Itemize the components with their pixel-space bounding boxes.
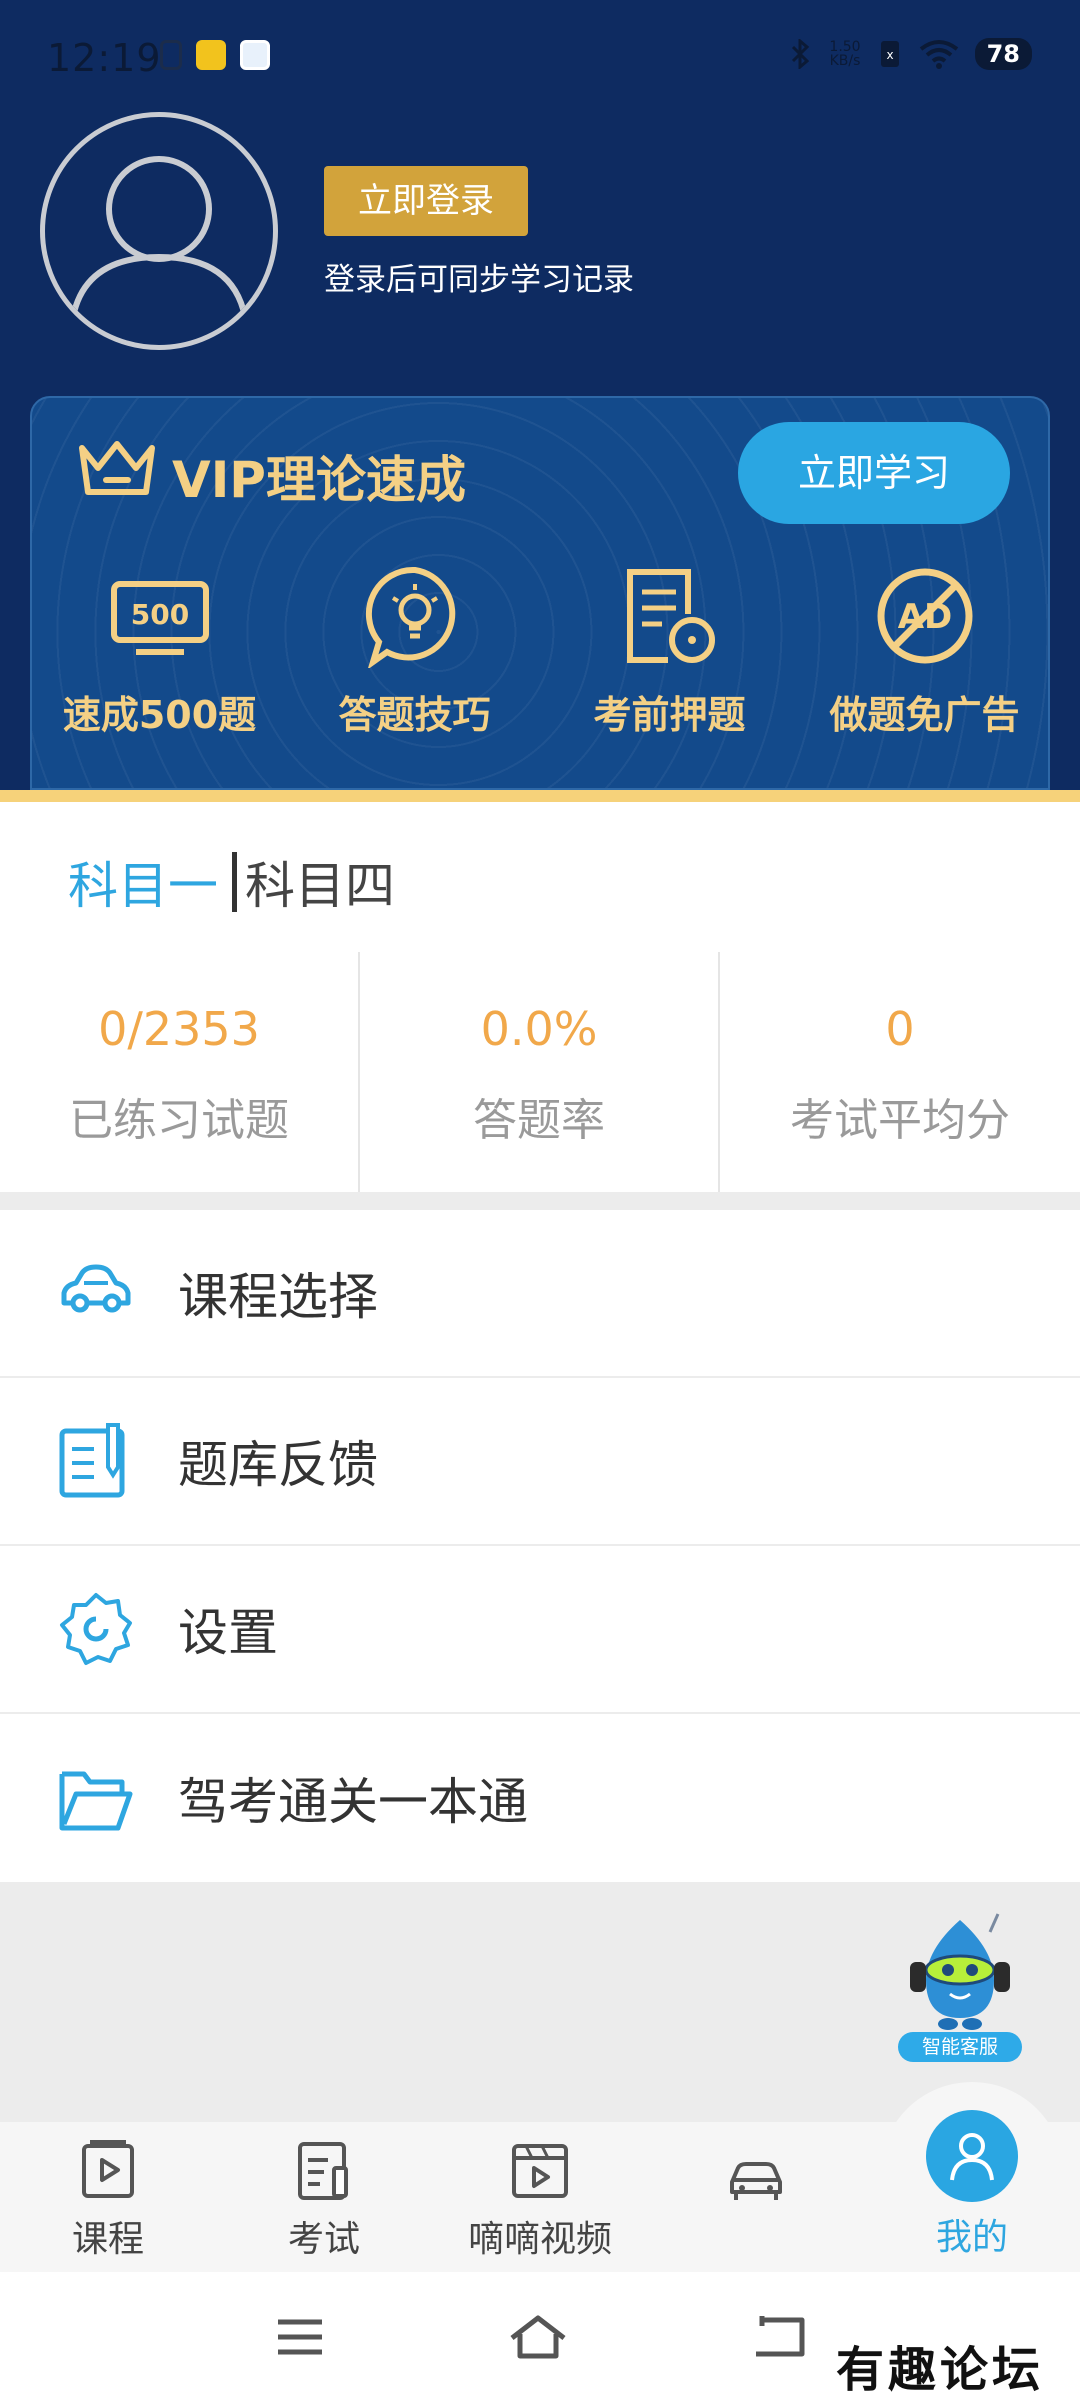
course-icon (82, 2140, 134, 2198)
watermark: 有趣论坛 (836, 2342, 1045, 2398)
app-notification-icon (196, 40, 226, 70)
menu-item-feedback[interactable]: 题库反馈 (0, 1378, 1080, 1546)
login-button[interactable]: 立即登录 (324, 166, 528, 236)
stat-value: 0/2353 (98, 1002, 260, 1056)
exam-target-icon (626, 569, 715, 663)
feedback-icon (59, 1423, 125, 1498)
document-notification-icon (160, 40, 182, 70)
user-silhouette-icon (70, 156, 248, 318)
vip-study-button[interactable]: 立即学习 (738, 422, 1010, 524)
status-bar: 12:19 1.50 KB/s x 78 (0, 0, 1080, 110)
vip-card: VIP理论速成 立即学习 500 速成500题 答题技巧 考前押题 做题免广告 (30, 396, 1050, 790)
menu-label: 驾考通关一本通 (178, 1773, 528, 1831)
vip-feature-tips[interactable]: 答题技巧 (287, 564, 542, 739)
vip-feature-no-ads[interactable]: AD 做题免广告 (797, 564, 1048, 739)
vip-feature-label: 速成500题 (62, 693, 257, 737)
mascot-icon (910, 1913, 1010, 2030)
bluetooth-icon (792, 39, 810, 69)
notification-icons (160, 40, 270, 70)
svg-text:500: 500 (130, 598, 188, 631)
nav-tab-me[interactable] (926, 2110, 1018, 2202)
lightbulb-icon (365, 566, 455, 668)
menu-item-course-select[interactable]: 课程选择 (0, 1210, 1080, 1378)
profile-header: 12:19 1.50 KB/s x 78 立即登录 登录后可同步学习记录 VIP… (0, 0, 1080, 790)
car-icon (730, 2162, 782, 2200)
nav-tab-video[interactable]: 嘀嘀视频 (432, 2122, 648, 2272)
status-right: 1.50 KB/s x 78 (787, 38, 1032, 70)
network-speed-unit: KB/s (829, 53, 861, 69)
status-time: 12:19 (47, 36, 162, 80)
subject-tabs: 科目一 科目四 (68, 846, 395, 918)
nav-label: 考试 (287, 2219, 360, 2260)
menu-item-guidebook[interactable]: 驾考通关一本通 (0, 1714, 1080, 1882)
stat-practiced: 0/2353 已练习试题 (0, 952, 360, 1192)
wifi-icon (919, 40, 958, 69)
vip-feature-label: 答题技巧 (338, 693, 491, 737)
back-icon[interactable] (752, 2312, 812, 2362)
nav-tab-exam[interactable]: 考试 (216, 2122, 432, 2272)
smart-service-button[interactable]: 智能客服 (898, 1910, 1022, 2068)
tab-subject-four[interactable]: 科目四 (245, 846, 395, 918)
stat-answer-rate: 0.0% 答题率 (360, 952, 720, 1192)
500-icon: 500 (110, 581, 209, 655)
stat-value: 0.0% (480, 1002, 598, 1056)
vip-feature-500[interactable]: 500 速成500题 (32, 564, 287, 739)
nav-label: 嘀嘀视频 (467, 2219, 612, 2260)
menu-label: 题库反馈 (178, 1436, 378, 1494)
network-speed-value: 1.50 (829, 39, 861, 55)
avatar[interactable] (40, 112, 278, 350)
subject-panel: 科目一 科目四 0/2353 已练习试题 0.0% 答题率 0 考试平均分 (0, 802, 1080, 1192)
vip-feature-predict[interactable]: 考前押题 (542, 564, 797, 739)
nav-label-me: 我的 (935, 2217, 1008, 2258)
exam-icon (298, 2142, 348, 2200)
svg-text:x: x (886, 48, 893, 62)
stats-row: 0/2353 已练习试题 0.0% 答题率 0 考试平均分 (0, 952, 1080, 1192)
sim-icon: x (880, 41, 899, 67)
battery-indicator: 78 (974, 38, 1032, 70)
menu-item-settings[interactable]: 设置 (0, 1546, 1080, 1714)
vip-feature-label: 考前押题 (593, 693, 746, 737)
stat-label: 答题率 (473, 1095, 605, 1146)
stat-label: 考试平均分 (790, 1095, 1010, 1146)
menu-label: 设置 (178, 1604, 278, 1662)
vip-title: VIP理论速成 (172, 451, 466, 509)
profile-icon (950, 2133, 994, 2181)
gold-divider (0, 790, 1080, 802)
stat-value: 0 (885, 1002, 915, 1056)
menu-label: 课程选择 (178, 1268, 378, 1326)
network-speed: 1.50 KB/s (829, 40, 860, 68)
stat-label: 已练习试题 (69, 1095, 289, 1146)
no-ad-icon: AD (877, 568, 972, 664)
login-hint: 登录后可同步学习记录 (324, 262, 634, 298)
crown-icon (79, 441, 155, 495)
folder-icon (59, 1771, 133, 1831)
gear-icon (60, 1593, 132, 1665)
vip-feature-label: 做题免广告 (829, 693, 1020, 737)
nav-tab-car[interactable] (648, 2122, 864, 2272)
menu-icon[interactable] (270, 2312, 330, 2362)
nav-label: 课程 (71, 2219, 144, 2260)
nav-tab-course[interactable]: 课程 (0, 2122, 216, 2272)
tab-subject-one[interactable]: 科目一 (68, 846, 218, 918)
settings-menu: 课程选择 题库反馈 设置 驾考通关一本通 (0, 1210, 1080, 1882)
home-icon[interactable] (508, 2312, 568, 2362)
browser-notification-icon (240, 40, 270, 70)
stat-average-score: 0 考试平均分 (720, 952, 1080, 1192)
vip-features: 500 速成500题 答题技巧 考前押题 做题免广告 (32, 564, 1048, 739)
tab-separator (232, 852, 237, 912)
video-icon (512, 2144, 568, 2198)
car-icon (61, 1264, 131, 1313)
smart-service-label: 智能客服 (898, 2032, 1022, 2062)
